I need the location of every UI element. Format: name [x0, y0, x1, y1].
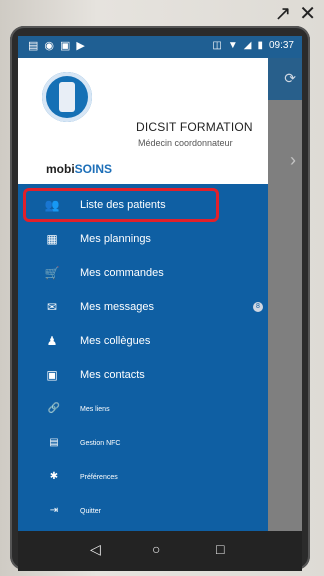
drawer-header: mobiSOINS DICSIT FORMATION Médecin coord…	[18, 58, 268, 184]
signal-icon: ◢	[243, 40, 252, 51]
logo-phone-icon	[59, 82, 75, 112]
battery-icon: ▮	[257, 40, 263, 51]
menu-item-plannings[interactable]: ▦ Mes plannings	[18, 226, 268, 254]
menu-item-label: Gestion NFC	[80, 440, 121, 447]
nfc-icon: ◫	[212, 40, 222, 51]
menu-item-label: Quitter	[80, 508, 102, 515]
recent-apps-icon[interactable]: □	[216, 540, 224, 558]
refresh-icon[interactable]: ⟳	[284, 70, 296, 87]
menu-item-messages[interactable]: ✉ Mes messages 8	[18, 294, 268, 322]
play-icon: ▶	[76, 40, 85, 52]
menu-item-label: Mes liens	[80, 406, 110, 413]
background-app: ⟳ ›	[268, 58, 302, 541]
menu-item-label: Mes commandes	[80, 267, 164, 279]
screen-icon: ▣	[60, 40, 71, 52]
status-bar: ▤ ◉ ▣ ▶ ◫ ▼ ◢ ▮ 09:37	[18, 36, 302, 58]
menu-item-collegues[interactable]: ♟ Mes collègues	[18, 328, 268, 356]
menu-item-label: Mes plannings	[80, 233, 151, 245]
link-icon: 🔗	[47, 403, 61, 414]
app-logo-icon	[42, 72, 92, 122]
wifi-icon: ▼	[227, 40, 238, 51]
status-left-icons: ▤ ◉ ▣ ▶	[28, 40, 85, 52]
menu-item-preferences[interactable]: ✱ Préférences	[18, 464, 268, 492]
back-icon[interactable]: ◁	[90, 540, 101, 558]
account-role: Médecin coordonnateur	[138, 138, 233, 148]
outer-controls: ↗ ✕	[274, 4, 316, 24]
phone-screen: ▤ ◉ ▣ ▶ ◫ ▼ ◢ ▮ 09:37 ⟳ › mobiSOINS DICS…	[18, 36, 302, 541]
close-icon[interactable]: ✕	[299, 4, 316, 24]
account-title: DICSIT FORMATION	[136, 120, 253, 134]
android-nav-bar: ◁ ○ □	[18, 531, 302, 571]
navigation-drawer: mobiSOINS DICSIT FORMATION Médecin coord…	[18, 58, 268, 541]
eye-icon: ◉	[44, 40, 55, 52]
app-logo-text: mobiSOINS	[46, 162, 112, 176]
gear-icon: ✱	[49, 471, 59, 482]
status-right-icons: ◫ ▼ ◢ ▮ 09:37	[212, 40, 294, 51]
building-icon: ▣	[46, 368, 58, 382]
menu-item-label: Préférences	[80, 474, 118, 481]
cart-icon: 🛒	[44, 266, 60, 280]
menu-item-label: Mes contacts	[80, 369, 145, 381]
home-icon[interactable]: ○	[152, 540, 160, 558]
calendar-icon: ▦	[46, 232, 58, 246]
menu-item-contacts[interactable]: ▣ Mes contacts	[18, 362, 268, 390]
menu-item-liens[interactable]: 🔗 Mes liens	[18, 396, 268, 424]
status-time: 09:37	[268, 40, 294, 51]
background-app-bar: ⟳	[268, 58, 302, 100]
logo-prefix: mobi	[46, 162, 75, 176]
notification-icon: ▤	[28, 40, 39, 52]
menu-item-label: Mes collègues	[80, 335, 151, 347]
chevron-right-icon[interactable]: ›	[290, 150, 296, 171]
phone-frame: ▤ ◉ ▣ ▶ ◫ ▼ ◢ ▮ 09:37 ⟳ › mobiSOINS DICS…	[10, 26, 310, 571]
menu-item-commandes[interactable]: 🛒 Mes commandes	[18, 260, 268, 288]
external-link-icon[interactable]: ↗	[274, 4, 291, 24]
nfc-icon: ▤	[49, 437, 59, 448]
highlight-box	[23, 188, 219, 222]
colleagues-icon: ♟	[46, 334, 58, 348]
message-count-badge: 8	[253, 302, 263, 312]
menu-item-nfc[interactable]: ▤ Gestion NFC	[18, 430, 268, 458]
mail-icon: ✉	[46, 300, 58, 314]
menu-item-label: Mes messages	[80, 301, 154, 313]
logo-suffix: SOINS	[74, 162, 113, 176]
menu-item-quitter[interactable]: ⇥ Quitter	[18, 498, 268, 526]
exit-icon: ⇥	[49, 505, 59, 516]
